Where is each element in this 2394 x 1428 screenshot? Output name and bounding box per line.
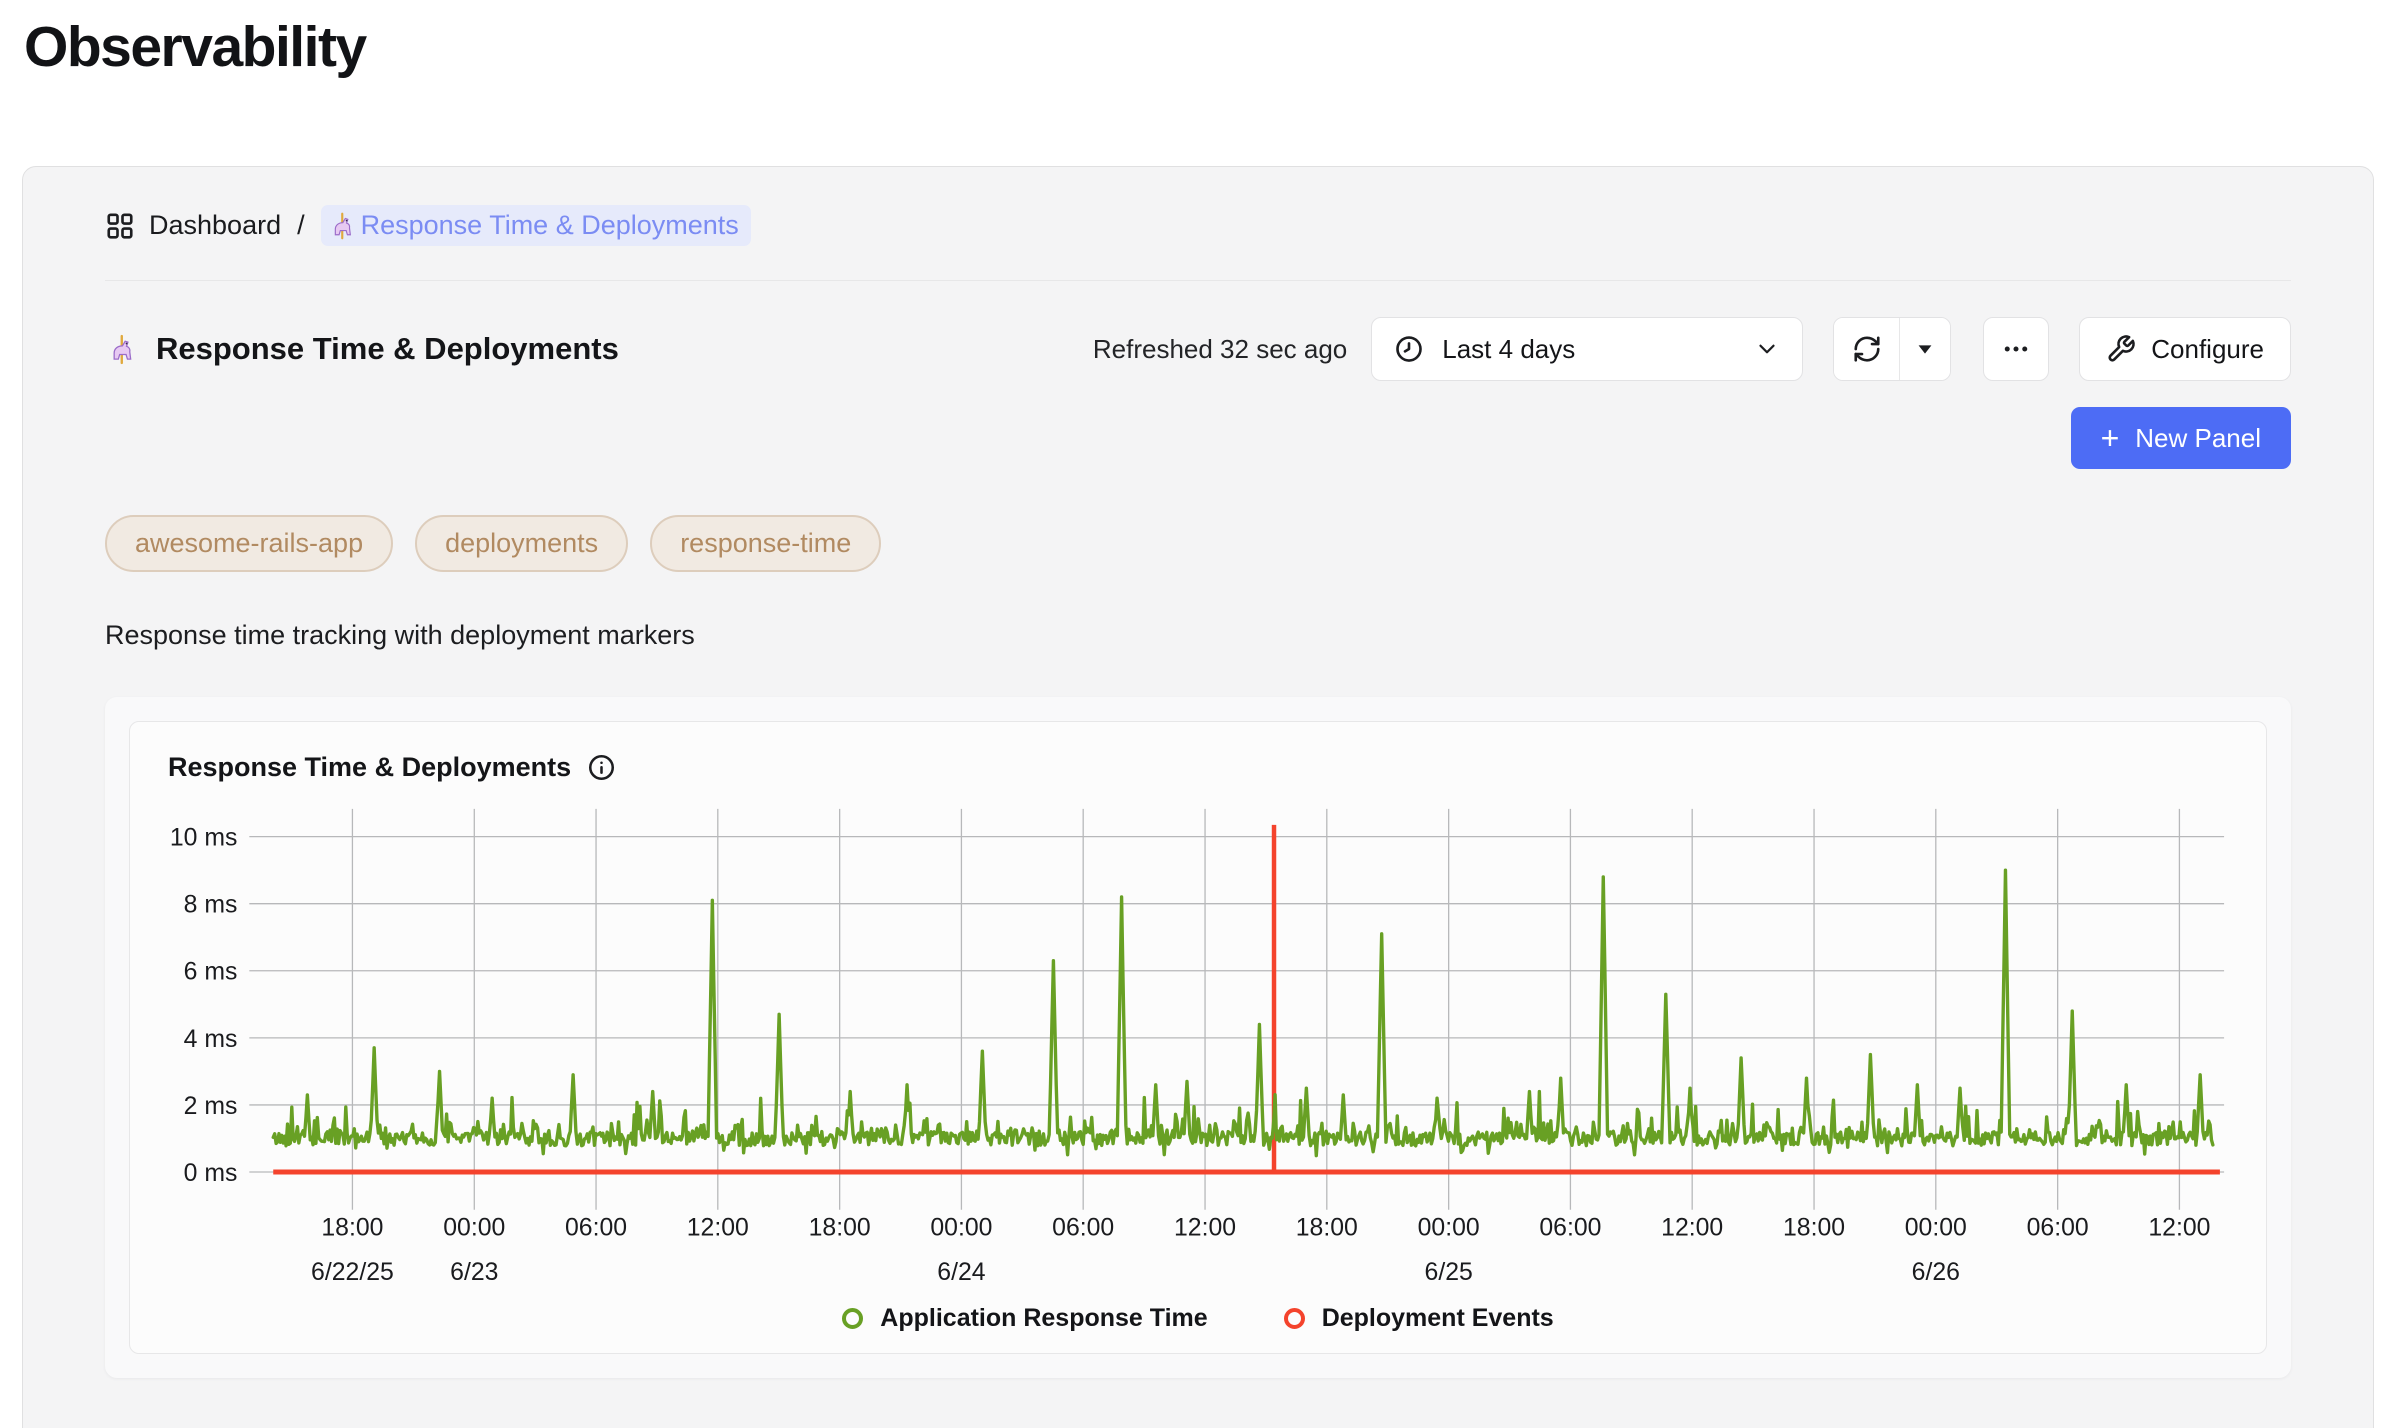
svg-text:6/26: 6/26 bbox=[1912, 1259, 1960, 1286]
carousel-horse-icon bbox=[327, 211, 357, 241]
svg-text:6/22/25: 6/22/25 bbox=[311, 1259, 394, 1286]
svg-text:12:00: 12:00 bbox=[1174, 1215, 1236, 1242]
svg-text:12:00: 12:00 bbox=[2148, 1215, 2210, 1242]
chart-title: Response Time & Deployments bbox=[168, 752, 571, 783]
tag-response-time[interactable]: response-time bbox=[650, 515, 881, 572]
refresh-interval-button[interactable] bbox=[1900, 318, 1950, 380]
svg-text:8 ms: 8 ms bbox=[184, 892, 238, 919]
svg-text:18:00: 18:00 bbox=[1296, 1215, 1358, 1242]
svg-text:6/23: 6/23 bbox=[450, 1259, 498, 1286]
dashboard-card: Dashboard / Response Time & Deployments … bbox=[22, 166, 2374, 1428]
wrench-icon bbox=[2106, 334, 2136, 364]
chart-card: Response Time & Deployments 0 ms 2 ms 4 ms… bbox=[129, 721, 2267, 1354]
refresh-button[interactable] bbox=[1834, 318, 1900, 380]
page-title: Observability bbox=[24, 14, 2394, 80]
panel-title: Response Time & Deployments bbox=[156, 331, 619, 367]
svg-text:6/25: 6/25 bbox=[1425, 1259, 1473, 1286]
svg-text:00:00: 00:00 bbox=[1418, 1215, 1480, 1242]
response-time-chart: 0 ms 2 ms 4 ms 6 ms 8 ms 10 ms 18:00 6/22/25 00:… bbox=[158, 785, 2238, 1298]
svg-text:12:00: 12:00 bbox=[687, 1215, 749, 1242]
breadcrumb-current-link[interactable]: Response Time & Deployments bbox=[321, 205, 751, 246]
tag-deployments[interactable]: deployments bbox=[415, 515, 628, 572]
refresh-split-button bbox=[1833, 317, 1951, 381]
panel-header-row: Response Time & Deployments Refreshed 32… bbox=[105, 317, 2291, 381]
actions-row: + New Panel bbox=[105, 407, 2291, 469]
panel-header-left: Response Time & Deployments bbox=[105, 331, 619, 367]
chevron-down-icon bbox=[1754, 336, 1780, 362]
configure-label: Configure bbox=[2151, 334, 2264, 365]
svg-text:0 ms: 0 ms bbox=[184, 1160, 238, 1187]
svg-text:18:00: 18:00 bbox=[1783, 1215, 1845, 1242]
svg-text:4 ms: 4 ms bbox=[184, 1026, 238, 1053]
new-panel-label: New Panel bbox=[2135, 423, 2261, 454]
tag-list: awesome-rails-app deployments response-t… bbox=[105, 515, 2291, 572]
breadcrumb: Dashboard / Response Time & Deployments bbox=[105, 205, 2291, 246]
breadcrumb-dashboard-label: Dashboard bbox=[149, 210, 281, 241]
svg-text:06:00: 06:00 bbox=[2027, 1215, 2089, 1242]
svg-text:06:00: 06:00 bbox=[1052, 1215, 1114, 1242]
svg-text:00:00: 00:00 bbox=[930, 1215, 992, 1242]
svg-text:06:00: 06:00 bbox=[1539, 1215, 1601, 1242]
time-range-select[interactable]: Last 4 days bbox=[1371, 317, 1803, 381]
panel-header-controls: Refreshed 32 sec ago Last 4 days bbox=[1093, 317, 2291, 381]
refresh-icon bbox=[1852, 334, 1882, 364]
breadcrumb-dashboard-link[interactable]: Dashboard bbox=[105, 210, 281, 241]
svg-text:6/24: 6/24 bbox=[937, 1259, 985, 1286]
configure-button[interactable]: Configure bbox=[2079, 317, 2291, 381]
tag-awesome-rails-app[interactable]: awesome-rails-app bbox=[105, 515, 393, 572]
breadcrumb-current-label: Response Time & Deployments bbox=[361, 210, 739, 241]
ellipsis-icon bbox=[2001, 334, 2031, 364]
legend-ring-icon bbox=[842, 1308, 863, 1329]
plus-icon: + bbox=[2101, 422, 2120, 454]
legend-item[interactable]: Application Response Time bbox=[842, 1304, 1207, 1333]
new-panel-button[interactable]: + New Panel bbox=[2071, 407, 2291, 469]
panel-description: Response time tracking with deployment m… bbox=[105, 620, 2291, 651]
legend-label: Deployment Events bbox=[1322, 1304, 1554, 1333]
svg-text:00:00: 00:00 bbox=[1905, 1215, 1967, 1242]
divider bbox=[105, 280, 2291, 281]
svg-text:10 ms: 10 ms bbox=[170, 825, 238, 852]
legend-label: Application Response Time bbox=[880, 1304, 1207, 1333]
info-icon[interactable] bbox=[587, 753, 616, 782]
chart-panel: Response Time & Deployments 0 ms 2 ms 4 ms… bbox=[105, 697, 2291, 1378]
refreshed-status: Refreshed 32 sec ago bbox=[1093, 334, 1347, 365]
more-options-button[interactable] bbox=[1983, 317, 2049, 381]
layout-grid-icon bbox=[105, 211, 135, 241]
caret-down-icon bbox=[1914, 338, 1936, 360]
svg-text:12:00: 12:00 bbox=[1661, 1215, 1723, 1242]
clock-icon bbox=[1394, 334, 1424, 364]
svg-text:18:00: 18:00 bbox=[321, 1215, 383, 1242]
svg-text:2 ms: 2 ms bbox=[184, 1093, 238, 1120]
carousel-horse-icon bbox=[105, 333, 138, 366]
chart-legend: Application Response Time Deployment Even… bbox=[158, 1304, 2238, 1333]
legend-ring-icon bbox=[1284, 1308, 1305, 1329]
chart-title-row: Response Time & Deployments bbox=[168, 752, 2238, 783]
time-range-value: Last 4 days bbox=[1442, 334, 1575, 365]
breadcrumb-separator: / bbox=[297, 210, 305, 241]
legend-item[interactable]: Deployment Events bbox=[1284, 1304, 1554, 1333]
svg-text:18:00: 18:00 bbox=[809, 1215, 871, 1242]
svg-text:06:00: 06:00 bbox=[565, 1215, 627, 1242]
svg-text:00:00: 00:00 bbox=[443, 1215, 505, 1242]
svg-text:6 ms: 6 ms bbox=[184, 959, 238, 986]
